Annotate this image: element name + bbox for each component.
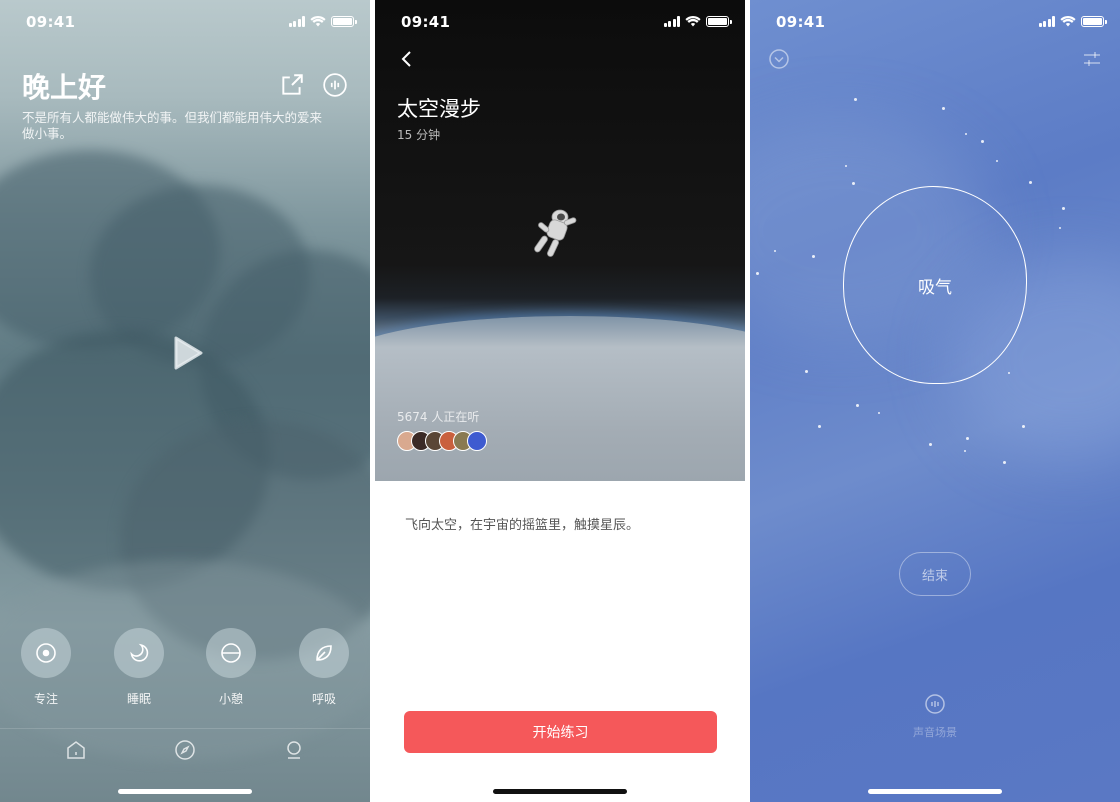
star: [1029, 181, 1032, 184]
wifi-icon: [1060, 16, 1076, 27]
status-bar: 09:41: [375, 0, 745, 44]
status-bar: 09:41: [0, 0, 370, 44]
status-icons: [663, 15, 732, 27]
signal-icon: [663, 15, 680, 27]
mode-breathe[interactable]: 呼吸: [294, 628, 354, 707]
status-time: 09:41: [776, 13, 826, 31]
home-indicator: [118, 789, 252, 794]
mode-label: 小憩: [218, 692, 243, 706]
star: [965, 133, 967, 135]
star: [1008, 372, 1010, 374]
star: [1059, 227, 1061, 229]
star: [852, 182, 855, 185]
battery-icon: [706, 15, 732, 27]
battery-icon: [331, 15, 357, 27]
breathing-screen: 09:41 吸气 结束 声音场景: [750, 0, 1120, 802]
astronaut-image: [534, 209, 577, 257]
avatar: [467, 431, 487, 451]
earth-horizon: [375, 316, 745, 481]
star: [966, 437, 969, 440]
home-indicator: [868, 789, 1002, 794]
collapse-chevron-icon[interactable]: [768, 48, 790, 70]
star: [964, 450, 966, 452]
detail-screen: 09:41 太空漫步 15 分钟 5674 人正在听 飞向太空，在宇宙的摇篮里，…: [375, 0, 745, 802]
session-title: 太空漫步: [397, 97, 481, 121]
back-chevron-icon[interactable]: [397, 48, 417, 70]
settings-sliders-icon[interactable]: [1081, 48, 1103, 70]
star: [774, 250, 776, 252]
listener-count: 5674 人正在听: [397, 410, 480, 424]
sound-scene-icon[interactable]: [924, 693, 946, 715]
star: [805, 370, 808, 373]
star: [996, 160, 998, 162]
status-icons: [288, 15, 357, 27]
star: [878, 412, 880, 414]
mode-label: 专注: [33, 692, 58, 706]
star: [812, 255, 815, 258]
wifi-icon: [685, 16, 701, 27]
end-button[interactable]: 结束: [899, 552, 971, 596]
mode-sleep[interactable]: 睡眠: [109, 628, 169, 707]
greeting-title: 晚上好: [22, 71, 107, 104]
sound-scene-label: 声音场景: [913, 726, 957, 739]
star: [818, 425, 821, 428]
star: [1062, 207, 1065, 210]
star: [1022, 425, 1025, 428]
share-icon[interactable]: [279, 72, 305, 98]
status-time: 09:41: [26, 13, 76, 31]
mode-nap[interactable]: 小憩: [201, 628, 261, 707]
star: [942, 107, 945, 110]
half-circle-icon: [206, 628, 256, 678]
home-screen: 09:41 晚上好 不是所有人都能做伟大的事。但我们都能用伟大的爱来做小事。 专…: [0, 0, 370, 802]
home-icon[interactable]: [65, 739, 87, 761]
star: [756, 272, 759, 275]
status-icons: [1038, 15, 1107, 27]
session-duration: 15 分钟: [397, 128, 441, 142]
play-icon[interactable]: [173, 336, 203, 370]
star: [981, 140, 984, 143]
compass-icon[interactable]: [174, 739, 196, 761]
battery-icon: [1081, 15, 1107, 27]
mode-label: 睡眠: [126, 692, 151, 706]
signal-icon: [1038, 15, 1055, 27]
status-bar: 09:41: [750, 0, 1120, 44]
breathing-circle: 吸气: [843, 186, 1027, 384]
wifi-icon: [310, 16, 326, 27]
star: [1003, 461, 1006, 464]
moon-icon: [114, 628, 164, 678]
tab-bar: [0, 728, 370, 768]
profile-icon[interactable]: [283, 739, 305, 761]
home-indicator: [493, 789, 627, 794]
star: [856, 404, 859, 407]
star: [854, 98, 857, 101]
status-time: 09:41: [401, 13, 451, 31]
sound-wave-icon[interactable]: [322, 72, 348, 98]
star: [929, 443, 932, 446]
star: [845, 165, 847, 167]
session-description: 飞向太空，在宇宙的摇篮里，触摸星辰。: [405, 518, 640, 533]
signal-icon: [288, 15, 305, 27]
daily-quote: 不是所有人都能做伟大的事。但我们都能用伟大的爱来做小事。: [22, 110, 323, 141]
breath-phase-label: 吸气: [918, 277, 952, 298]
listener-avatars: [397, 431, 487, 451]
leaf-icon: [299, 628, 349, 678]
mode-label: 呼吸: [311, 692, 336, 706]
start-practice-button[interactable]: 开始练习: [404, 711, 717, 753]
target-icon: [21, 628, 71, 678]
mode-focus[interactable]: 专注: [16, 628, 76, 707]
